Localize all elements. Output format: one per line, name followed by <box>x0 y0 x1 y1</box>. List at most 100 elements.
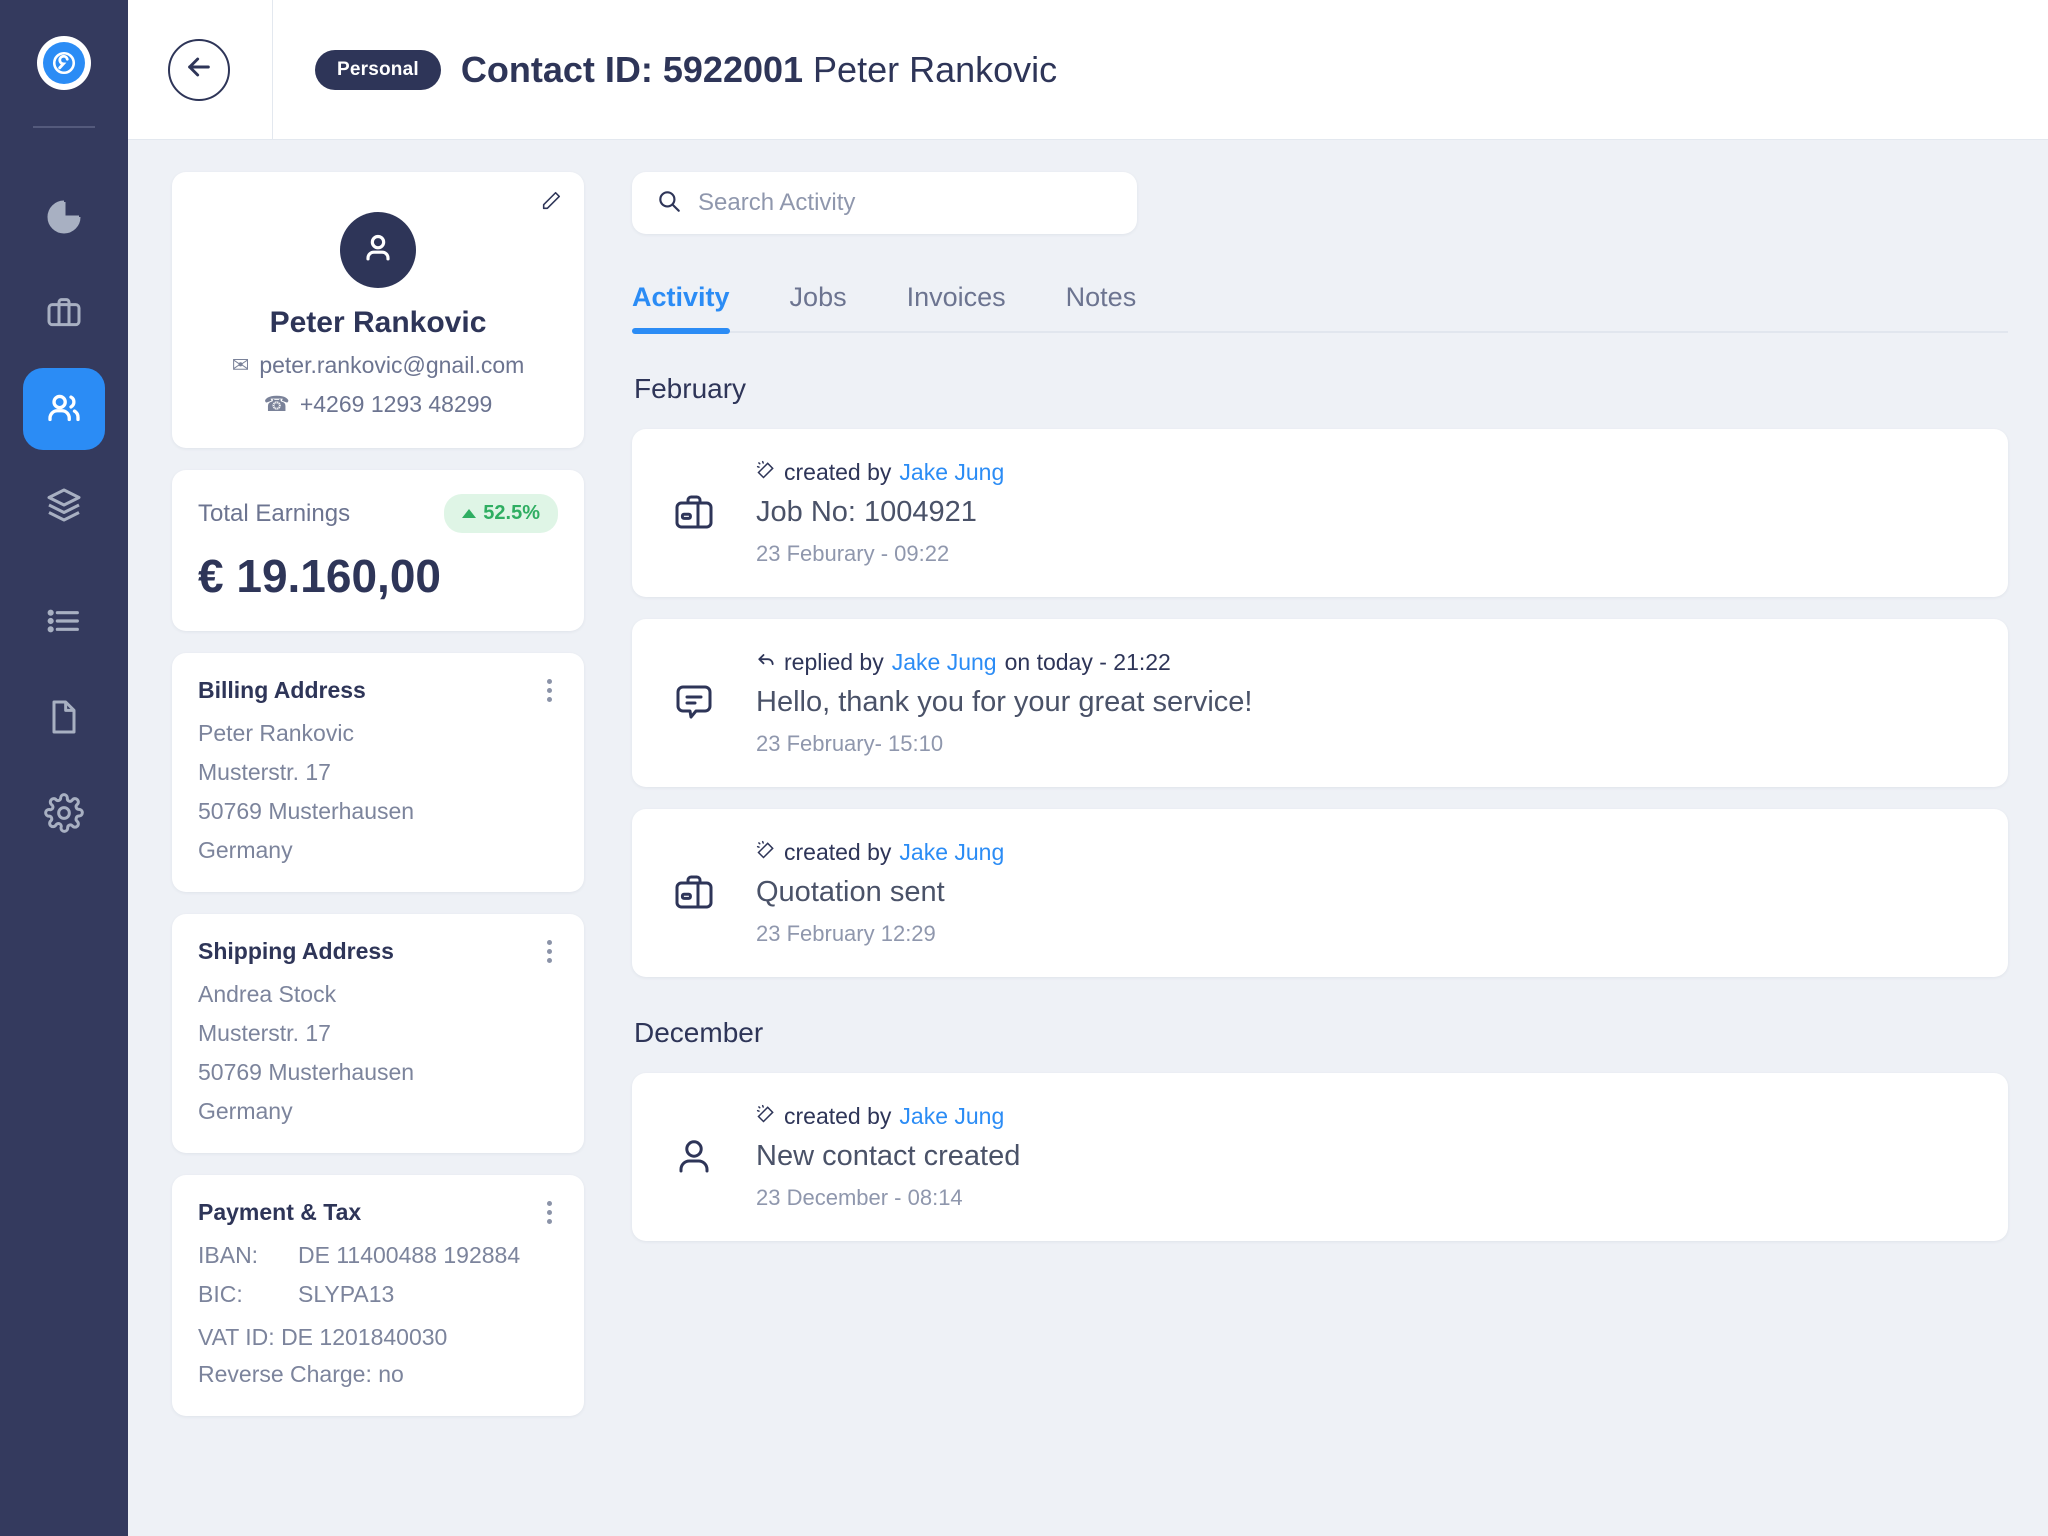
profile-card: Peter Rankovic ✉ peter.rankovic@gnail.co… <box>172 172 584 448</box>
activity-meta-prefix: created by <box>784 1103 892 1129</box>
month-heading: February <box>634 373 747 404</box>
tab-activity[interactable]: Activity <box>632 282 730 334</box>
right-column: Activity Jobs Invoices Notes February <box>632 172 2008 1536</box>
shipping-line: Andrea Stock <box>198 981 337 1007</box>
activity-time: 23 February 12:29 <box>756 921 936 946</box>
page-title-wrap: Personal Contact ID: 5922001 Peter Ranko… <box>315 49 1057 91</box>
activity-item[interactable]: created by Jake Jung Quotation sent 23 F… <box>632 809 2008 977</box>
sidebar-item-jobs[interactable] <box>23 272 105 354</box>
briefcase-icon <box>666 489 722 537</box>
profile-phone-row: ☎ +4269 1293 48299 <box>196 391 560 418</box>
earnings-change-badge: 52.5% <box>444 494 558 533</box>
bic-row: BIC: SLYPA13 <box>198 1281 558 1308</box>
earnings-change-value: 52.5% <box>483 502 540 524</box>
sidebar-item-analytics[interactable] <box>23 176 105 258</box>
shipping-title: Shipping Address <box>198 938 394 964</box>
activity-title: New contact created <box>756 1140 1021 1172</box>
shipping-address-card: Shipping Address Andrea Stock Musterstr.… <box>172 914 584 1153</box>
app-logo[interactable] <box>37 36 91 90</box>
sidebar-item-layers[interactable] <box>23 464 105 546</box>
shipping-header: Shipping Address <box>198 938 558 969</box>
activity-time: 23 December - 08:14 <box>756 1185 963 1210</box>
pie-chart-icon <box>44 197 84 237</box>
app-root: Personal Contact ID: 5922001 Peter Ranko… <box>0 0 2048 1536</box>
pencil-icon[interactable] <box>540 190 562 217</box>
iban-row: IBAN: DE 11400488 192884 <box>198 1242 558 1269</box>
activity-body: created by Jake Jung New contact created… <box>756 1103 1020 1211</box>
activity-tabs: Activity Jobs Invoices Notes <box>632 282 2008 334</box>
logo-icon <box>43 42 85 84</box>
activity-meta: created by Jake Jung <box>756 459 1004 486</box>
activity-author[interactable]: Jake Jung <box>899 839 1004 866</box>
reverse-charge: Reverse Charge: no <box>198 1361 404 1387</box>
main-area: Personal Contact ID: 5922001 Peter Ranko… <box>128 0 2048 1536</box>
activity-title: Hello, thank you for your great service! <box>756 686 1253 718</box>
person-icon <box>358 228 398 273</box>
activity-item[interactable]: created by Jake Jung New contact created… <box>632 1073 2008 1241</box>
activity-item[interactable]: replied by Jake Jung on today - 21:22 He… <box>632 619 2008 787</box>
activity-meta-prefix: created by <box>784 459 892 485</box>
payment-header: Payment & Tax <box>198 1199 558 1230</box>
activity-body: created by Jake Jung Job No: 1004921 23 … <box>756 459 1004 567</box>
iban-label: IBAN: <box>198 1242 259 1268</box>
person-icon <box>666 1133 722 1181</box>
activity-title: Quotation sent <box>756 876 945 908</box>
briefcase-icon <box>44 293 84 333</box>
activity-author[interactable]: Jake Jung <box>899 1103 1004 1130</box>
activity-meta-prefix: created by <box>784 839 892 865</box>
arrow-left-icon <box>183 51 215 88</box>
avatar <box>340 212 416 288</box>
envelope-icon: ✉ <box>231 354 250 377</box>
activity-item[interactable]: created by Jake Jung Job No: 1004921 23 … <box>632 429 2008 597</box>
vat-id: VAT ID: DE 1201840030 <box>198 1324 448 1350</box>
month-heading: December <box>634 1017 764 1048</box>
activity-body: created by Jake Jung Quotation sent 23 F… <box>756 839 1004 947</box>
phone-icon: ☎ <box>263 393 290 416</box>
back-button[interactable] <box>168 38 230 101</box>
earnings-label: Total Earnings <box>198 499 351 527</box>
briefcase-icon <box>666 869 722 917</box>
profile-email-row: ✉ peter.rankovic@gnail.com <box>196 352 560 379</box>
tab-notes[interactable]: Notes <box>1066 282 1137 331</box>
layers-icon <box>44 485 84 525</box>
top-bar: Personal Contact ID: 5922001 Peter Ranko… <box>128 0 2048 140</box>
sidebar <box>0 0 128 1536</box>
contact-type-chip: Personal <box>315 49 441 90</box>
left-column: Peter Rankovic ✉ peter.rankovic@gnail.co… <box>172 172 584 1536</box>
billing-line: Germany <box>198 837 293 863</box>
billing-title: Billing Address <box>198 677 366 703</box>
tab-jobs[interactable]: Jobs <box>790 282 847 331</box>
page-title-prefix: Contact ID: <box>460 48 653 90</box>
payment-menu-icon[interactable] <box>541 1199 558 1230</box>
page-title-id: 5922001 <box>662 48 804 90</box>
toolbar-divider <box>272 0 273 140</box>
search-input[interactable] <box>698 189 1113 217</box>
tab-invoices[interactable]: Invoices <box>907 282 1006 331</box>
profile-name: Peter Rankovic <box>269 306 487 339</box>
chat-bubble-icon <box>666 679 722 727</box>
sidebar-item-lists[interactable] <box>23 580 105 662</box>
sidebar-item-contacts[interactable] <box>23 368 105 450</box>
sidebar-item-documents[interactable] <box>23 676 105 758</box>
shipping-line: Germany <box>198 1098 293 1124</box>
sidebar-item-settings[interactable] <box>23 772 105 854</box>
earnings-card: Total Earnings 52.5% € 19.160,00 <box>172 470 584 631</box>
page-title-name: Peter Rankovic <box>813 48 1058 90</box>
gear-icon <box>44 793 84 833</box>
document-icon <box>44 697 84 737</box>
shipping-menu-icon[interactable] <box>541 938 558 969</box>
activity-meta: created by Jake Jung <box>756 839 1004 866</box>
activity-body: replied by Jake Jung on today - 21:22 He… <box>756 649 1252 757</box>
bic-value: SLYPA13 <box>298 1281 395 1307</box>
billing-header: Billing Address <box>198 677 558 708</box>
shipping-line: Musterstr. 17 <box>198 1020 331 1046</box>
users-icon <box>43 388 85 430</box>
billing-menu-icon[interactable] <box>541 677 558 708</box>
earnings-header: Total Earnings 52.5% <box>198 494 558 533</box>
iban-value: DE 11400488 192884 <box>298 1242 521 1268</box>
activity-author[interactable]: Jake Jung <box>899 459 1004 486</box>
search-activity-box[interactable] <box>632 172 1137 234</box>
magic-wand-icon <box>756 459 776 486</box>
billing-line: Peter Rankovic <box>198 720 354 746</box>
activity-author[interactable]: Jake Jung <box>892 649 997 676</box>
